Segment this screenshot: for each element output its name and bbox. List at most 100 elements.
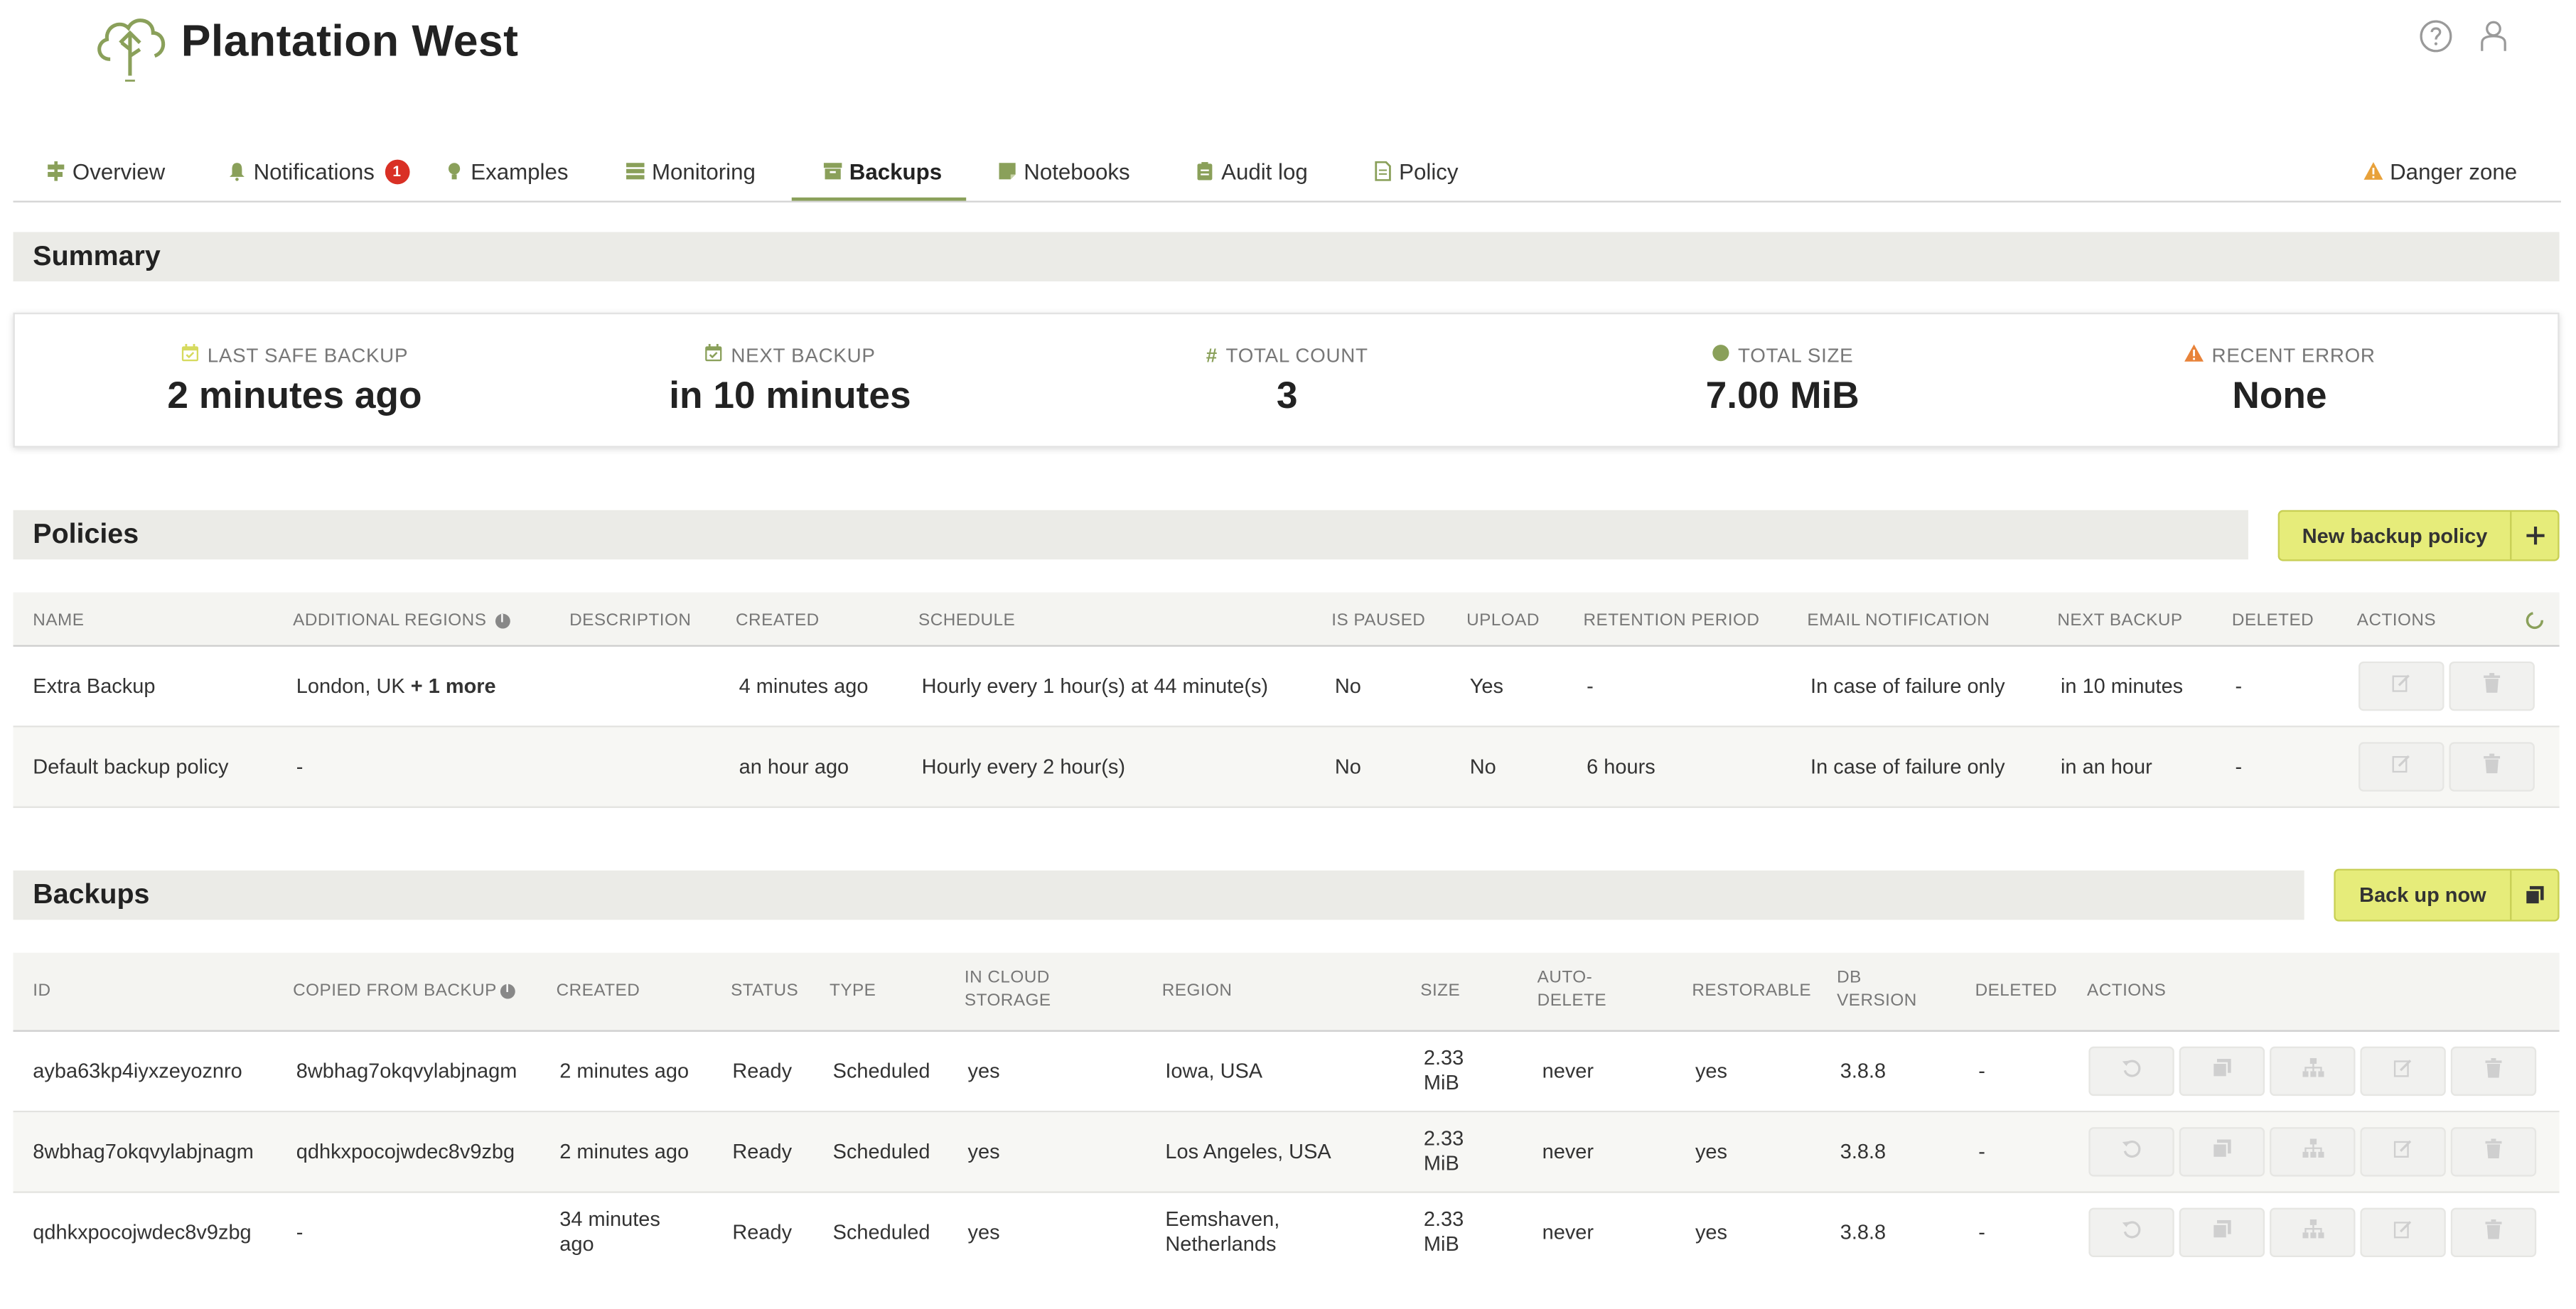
stat-total-size: TOTAL SIZE 7.00 MiB bbox=[1535, 344, 2029, 418]
tab-backups[interactable]: Backups bbox=[823, 145, 942, 198]
loading-spinner-icon bbox=[2525, 609, 2545, 639]
clipboard-icon bbox=[1195, 161, 1215, 181]
policy-created: an hour ago bbox=[739, 755, 849, 779]
replicate-button[interactable] bbox=[2270, 1127, 2356, 1177]
backup-id: ayba63kp4iyxzeyoznro bbox=[33, 1060, 242, 1083]
tab-notebooks-label: Notebooks bbox=[1024, 158, 1130, 184]
help-icon[interactable] bbox=[2420, 20, 2452, 53]
col-restorable: RESTORABLE bbox=[1692, 981, 1812, 1001]
trash-icon bbox=[2485, 1057, 2502, 1087]
policy-email: In case of failure only bbox=[1810, 755, 2005, 779]
col-name: NAME bbox=[33, 610, 85, 630]
info-icon[interactable]: i bbox=[495, 613, 510, 628]
restore-button[interactable] bbox=[2088, 1127, 2174, 1177]
copy-button[interactable] bbox=[2179, 1127, 2265, 1177]
table-row: qdhkxpocojwdec8v9zbg - 34 minutes ago Re… bbox=[14, 1193, 2560, 1273]
tab-notebooks[interactable]: Notebooks bbox=[997, 145, 1130, 198]
edit-button[interactable] bbox=[2360, 1127, 2446, 1177]
backup-status: Ready bbox=[732, 1221, 793, 1244]
backup-type: Scheduled bbox=[832, 1060, 930, 1083]
backup-deleted: - bbox=[1978, 1140, 1985, 1164]
restore-button[interactable] bbox=[2088, 1046, 2174, 1097]
summary-section-header: Summary bbox=[13, 232, 2560, 281]
app-title: Plantation West bbox=[181, 16, 519, 66]
stat-value: 2 minutes ago bbox=[167, 373, 422, 416]
stat-value: in 10 minutes bbox=[669, 373, 911, 416]
col-deleted: DELETED bbox=[1975, 981, 2058, 1001]
user-icon[interactable] bbox=[2477, 20, 2510, 53]
col-actions: ACTIONS bbox=[2356, 610, 2437, 630]
col-retention-period: RETENTION PERIOD bbox=[1583, 610, 1760, 630]
restore-icon bbox=[2122, 1217, 2142, 1247]
tab-danger-zone[interactable]: Danger zone bbox=[2363, 145, 2517, 198]
delete-button[interactable] bbox=[2449, 661, 2535, 711]
regions-more-link[interactable]: + 1 more bbox=[411, 674, 496, 697]
backup-restorable: yes bbox=[1695, 1060, 1728, 1083]
tab-monitoring[interactable]: Monitoring bbox=[626, 145, 756, 198]
policy-name: Default backup policy bbox=[33, 755, 229, 779]
policy-regions: - bbox=[296, 755, 304, 779]
pencil-icon bbox=[2393, 1217, 2413, 1247]
backup-created: 34 minutes ago bbox=[559, 1207, 660, 1256]
col-size: SIZE bbox=[1420, 981, 1461, 1001]
col-description: DESCRIPTION bbox=[569, 610, 692, 630]
hash-icon: # bbox=[1206, 343, 1218, 367]
copy-button[interactable] bbox=[2179, 1046, 2265, 1097]
restore-button[interactable] bbox=[2088, 1207, 2174, 1258]
pencil-icon bbox=[2391, 672, 2411, 701]
table-row: Extra Backup London, UK + 1 more 4 minut… bbox=[13, 647, 2560, 728]
copy-icon bbox=[2212, 1137, 2232, 1167]
info-icon[interactable]: i bbox=[500, 984, 515, 998]
signpost-icon bbox=[46, 161, 66, 181]
edit-button[interactable] bbox=[2360, 1046, 2446, 1097]
delete-button[interactable] bbox=[2450, 1046, 2537, 1097]
col-actions: ACTIONS bbox=[2087, 981, 2167, 1001]
replicate-button[interactable] bbox=[2270, 1207, 2356, 1258]
policy-schedule: Hourly every 1 hour(s) at 44 minute(s) bbox=[921, 674, 1269, 698]
tab-overview[interactable]: Overview bbox=[46, 145, 165, 198]
delete-button[interactable] bbox=[2450, 1127, 2537, 1177]
col-id: ID bbox=[33, 981, 51, 1001]
trash-icon bbox=[2484, 752, 2501, 782]
new-backup-policy-label: New backup policy bbox=[2302, 524, 2488, 547]
col-additional-regions-label: ADDITIONAL REGIONS bbox=[293, 610, 487, 630]
tab-bar: Overview Notifications 1 Examples Monito… bbox=[13, 145, 2561, 203]
edit-button[interactable] bbox=[2358, 742, 2444, 792]
col-status: STATUS bbox=[731, 981, 799, 1001]
backup-status: Ready bbox=[732, 1060, 793, 1083]
tab-audit-log[interactable]: Audit log bbox=[1195, 145, 1308, 198]
tab-policy-label: Policy bbox=[1399, 158, 1459, 184]
trash-icon bbox=[2485, 1137, 2502, 1167]
plus-icon bbox=[2510, 512, 2558, 560]
policies-title: Policies bbox=[33, 518, 139, 550]
archive-icon bbox=[823, 161, 843, 181]
delete-button[interactable] bbox=[2450, 1207, 2537, 1258]
backup-auto-delete: never bbox=[1542, 1221, 1594, 1244]
policy-retention: - bbox=[1587, 674, 1594, 698]
backup-created: 2 minutes ago bbox=[559, 1140, 689, 1164]
stat-total-count: # TOTAL COUNT 3 bbox=[1040, 344, 1534, 418]
replicate-button[interactable] bbox=[2270, 1046, 2356, 1097]
backup-region: Iowa, USA bbox=[1165, 1060, 1263, 1083]
edit-button[interactable] bbox=[2358, 661, 2444, 711]
copy-button[interactable] bbox=[2179, 1207, 2265, 1258]
notebook-icon bbox=[997, 161, 1017, 181]
col-type: TYPE bbox=[830, 981, 876, 1001]
tab-examples[interactable]: Examples bbox=[444, 145, 568, 198]
backup-cloud: yes bbox=[967, 1140, 1000, 1164]
backup-auto-delete: never bbox=[1542, 1140, 1594, 1164]
col-copied-from: COPIED FROM BACKUP i bbox=[293, 979, 515, 1002]
edit-button[interactable] bbox=[2360, 1207, 2446, 1258]
tab-policy[interactable]: Policy bbox=[1373, 145, 1459, 198]
backup-db-version: 3.8.8 bbox=[1840, 1140, 1887, 1164]
active-tab-indicator bbox=[791, 197, 967, 201]
policy-upload: No bbox=[1469, 755, 1496, 779]
col-additional-regions: ADDITIONAL REGIONS i bbox=[293, 609, 510, 632]
col-schedule: SCHEDULE bbox=[918, 610, 1016, 630]
tab-notifications[interactable]: Notifications 1 bbox=[227, 145, 409, 198]
delete-button[interactable] bbox=[2449, 742, 2535, 792]
copy-icon bbox=[2212, 1057, 2232, 1087]
back-up-now-button[interactable]: Back up now bbox=[2334, 868, 2560, 922]
new-backup-policy-button[interactable]: New backup policy bbox=[2277, 510, 2560, 561]
tab-backups-label: Backups bbox=[849, 158, 943, 184]
